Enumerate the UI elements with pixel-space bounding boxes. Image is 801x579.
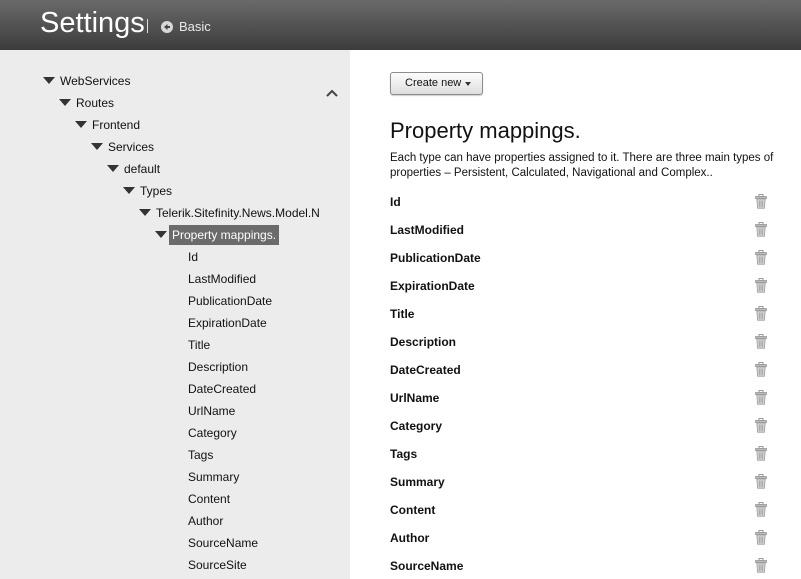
- property-row: Category: [390, 417, 775, 437]
- trash-icon[interactable]: [755, 362, 767, 377]
- trash-icon[interactable]: [755, 558, 767, 573]
- property-row: Author: [390, 529, 775, 549]
- triangle-down-icon[interactable]: [155, 231, 167, 238]
- page-header: Settings Basic: [0, 0, 801, 50]
- section-description: Each type can have properties assigned t…: [390, 152, 774, 179]
- tree-leaf-label: Summary: [188, 470, 240, 484]
- property-row: ExpirationDate: [390, 277, 775, 297]
- property-row: Title: [390, 305, 775, 325]
- triangle-down-icon[interactable]: [123, 187, 135, 194]
- trash-icon[interactable]: [755, 334, 767, 349]
- triangle-down-icon[interactable]: [91, 143, 103, 150]
- tree-node-label: default: [124, 162, 161, 176]
- property-row: Content: [390, 501, 775, 521]
- tree-leaf-label: Tags: [188, 448, 214, 462]
- tree-leaf-label: Category: [188, 426, 237, 440]
- tree-node-label: Types: [140, 184, 173, 198]
- property-name[interactable]: Tags: [390, 447, 417, 461]
- tree-leaf-label: ExpirationDate: [188, 316, 267, 330]
- property-row: Summary: [390, 473, 775, 493]
- property-name[interactable]: Summary: [390, 475, 445, 489]
- tree-node-label: Property mappings.: [169, 225, 280, 245]
- tree-leaf-label: Title: [188, 338, 211, 352]
- trash-icon[interactable]: [755, 502, 767, 517]
- header-divider: [147, 19, 148, 33]
- trash-icon[interactable]: [755, 530, 767, 545]
- property-row: PublicationDate: [390, 249, 775, 269]
- trash-icon[interactable]: [755, 418, 767, 433]
- property-row: Id: [390, 193, 775, 213]
- trash-icon[interactable]: [755, 390, 767, 405]
- property-row: Description: [390, 333, 775, 353]
- property-name[interactable]: LastModified: [390, 223, 464, 237]
- tree-node-label: Services: [108, 140, 155, 154]
- tree-node-label: Telerik.Sitefinity.News.Model.N: [156, 206, 320, 220]
- property-name[interactable]: Content: [390, 503, 435, 517]
- tree-node-label: Routes: [76, 96, 115, 110]
- triangle-down-icon[interactable]: [107, 165, 119, 172]
- property-name[interactable]: UrlName: [390, 391, 439, 405]
- main-content: Create new Property mappings. Each type …: [350, 50, 801, 579]
- tree-leaf-label: LastModified: [188, 272, 257, 286]
- property-row: SourceName: [390, 557, 775, 577]
- trash-icon[interactable]: [755, 194, 767, 209]
- property-name[interactable]: Id: [390, 195, 401, 209]
- triangle-down-icon[interactable]: [59, 99, 71, 106]
- trash-icon[interactable]: [755, 222, 767, 237]
- back-to-basic-link[interactable]: Basic: [179, 19, 211, 34]
- trash-icon[interactable]: [755, 250, 767, 265]
- property-name[interactable]: SourceName: [390, 559, 463, 573]
- property-name[interactable]: DateCreated: [390, 363, 461, 377]
- property-row: DateCreated: [390, 361, 775, 381]
- trash-icon[interactable]: [755, 278, 767, 293]
- property-row: Tags: [390, 445, 775, 465]
- page-title-settings: Settings: [40, 7, 145, 39]
- tree-leaf-label: SourceSite: [188, 558, 247, 572]
- back-arrow-icon[interactable]: [161, 21, 173, 33]
- property-row: LastModified: [390, 221, 775, 241]
- triangle-down-icon[interactable]: [75, 121, 87, 128]
- tree-leaf-label: Author: [188, 514, 224, 528]
- trash-icon[interactable]: [755, 474, 767, 489]
- property-name[interactable]: Title: [390, 307, 414, 321]
- trash-icon[interactable]: [755, 306, 767, 321]
- tree-node-label: WebServices: [60, 74, 131, 88]
- create-new-label: Create new: [405, 77, 462, 89]
- tree-leaf-label: Id: [188, 250, 199, 264]
- settings-tree-panel: WebServices Routes Frontend Services default…: [0, 50, 350, 579]
- triangle-down-icon[interactable]: [139, 209, 151, 216]
- tree-leaf-label: Description: [188, 360, 249, 374]
- tree-leaf-label: PublicationDate: [188, 294, 273, 308]
- property-name[interactable]: PublicationDate: [390, 251, 481, 265]
- tree-leaf-label: SourceName: [188, 536, 259, 550]
- property-name[interactable]: Category: [390, 419, 442, 433]
- tree-leaf-label: Content: [188, 492, 231, 506]
- trash-icon[interactable]: [755, 446, 767, 461]
- chevron-down-icon: [465, 82, 471, 86]
- tree-leaf-label: UrlName: [188, 404, 236, 418]
- property-name[interactable]: Description: [390, 335, 456, 349]
- property-row: UrlName: [390, 389, 775, 409]
- create-new-button[interactable]: Create new: [390, 72, 483, 95]
- property-name[interactable]: Author: [390, 531, 429, 545]
- chevron-up-icon[interactable]: [325, 88, 339, 98]
- tree-node-label: Frontend: [92, 118, 141, 132]
- section-title: Property mappings.: [390, 118, 581, 143]
- property-name[interactable]: ExpirationDate: [390, 279, 475, 293]
- tree-leaf-label: DateCreated: [188, 382, 257, 396]
- triangle-down-icon[interactable]: [43, 77, 55, 84]
